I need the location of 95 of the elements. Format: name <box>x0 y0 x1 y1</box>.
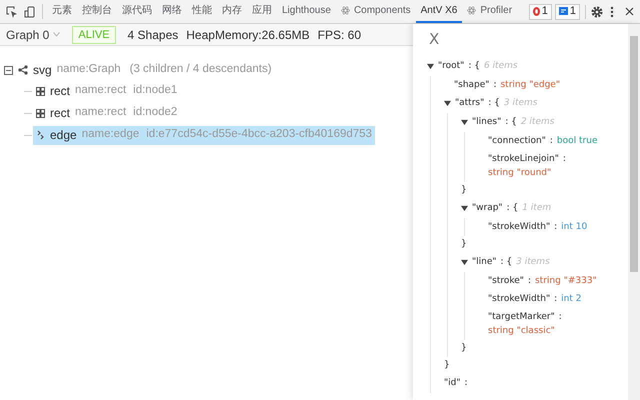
json-key: "strokeWidth" <box>488 292 550 306</box>
atom-icon <box>340 6 350 15</box>
json-key: "connection" <box>488 134 546 148</box>
heap-memory: HeapMemory:26.65MB <box>186 26 310 44</box>
devtools-tab[interactable]: Lighthouse <box>277 0 336 23</box>
node-tag: rect <box>50 82 70 100</box>
node-id: id:node1 <box>133 83 178 98</box>
collapse-icon[interactable] <box>4 66 13 74</box>
caret-down-icon[interactable] <box>461 119 468 126</box>
node-tag: rect <box>50 104 70 122</box>
caret-down-icon[interactable] <box>461 259 468 266</box>
node-name: name:rect <box>75 105 126 120</box>
tree-row[interactable]: rect name:rect id:node1 <box>33 82 180 100</box>
devtools-tab[interactable]: Components <box>336 0 416 23</box>
devtools-tab[interactable]: 源代码 <box>117 0 157 23</box>
atom-icon <box>467 6 476 15</box>
node-tag[interactable]: svg <box>33 61 52 79</box>
item-count: 2 items <box>520 116 554 129</box>
node-summary: (3 children / 4 descendants) <box>130 62 272 78</box>
json-colon: : <box>558 311 562 324</box>
chevron-down-icon <box>53 32 60 37</box>
json-key: "stroke" <box>488 274 524 288</box>
message-icon <box>558 7 568 16</box>
graph-select[interactable]: Graph 0 <box>6 26 60 44</box>
device-icon[interactable] <box>24 6 36 18</box>
caret-down-icon[interactable] <box>427 63 434 70</box>
node-id: id:e77cd54c-d55e-4bcc-a203-cfb40169d753 <box>146 127 372 142</box>
close-button[interactable]: X <box>427 32 442 47</box>
node-tag: edge <box>50 126 77 144</box>
json-key: "line" <box>472 255 497 270</box>
json-colon: : <box>562 153 566 166</box>
json-colon-brace: : { <box>500 256 512 269</box>
json-colon: : <box>554 221 558 234</box>
json-value: string "#333" <box>534 275 597 288</box>
json-key: "shape" <box>454 78 490 92</box>
closing-brace: } <box>461 184 467 197</box>
devtools-tab[interactable]: 内存 <box>217 0 247 23</box>
devtools-tab[interactable]: 应用 <box>247 0 277 23</box>
json-value: int 10 <box>561 221 588 234</box>
json-key: "strokeWidth" <box>488 220 550 234</box>
devtools-tab[interactable]: Profiler <box>462 0 518 23</box>
json-colon: : <box>554 293 558 306</box>
closing-brace: } <box>461 238 467 251</box>
json-colon-brace: : { <box>505 116 517 129</box>
json-value: int 2 <box>561 293 582 306</box>
json-key: "strokeLinejoin" <box>488 152 559 166</box>
share-nodes-icon <box>18 65 28 75</box>
more-options-icon[interactable] <box>610 6 614 18</box>
status-badge: ALIVE <box>72 26 116 44</box>
json-colon: : <box>528 275 531 288</box>
json-key: "root" <box>438 59 464 74</box>
json-key: "id" <box>444 376 460 391</box>
inspect-cursor-icon[interactable] <box>6 6 18 18</box>
tree-row[interactable]: rect name:rect id:node2 <box>33 104 180 122</box>
devtools-tab[interactable]: 网络 <box>157 0 187 23</box>
json-colon: : <box>464 377 468 390</box>
json-value: string "round" <box>488 167 552 180</box>
json-colon: : <box>493 79 496 92</box>
error-icon <box>532 7 540 16</box>
grid-icon <box>36 108 45 118</box>
close-icon[interactable] <box>625 7 634 16</box>
json-colon: : <box>550 135 553 148</box>
json-key: "lines" <box>472 115 502 130</box>
item-count: 3 items <box>516 256 550 269</box>
json-value: string "edge" <box>500 79 560 92</box>
tree-row[interactable]: edge name:edge id:e77cd54c-d55e-4bcc-a203-cfb40169d753 <box>33 126 375 144</box>
item-count: 1 item <box>522 202 552 215</box>
json-colon-brace: : { <box>488 97 500 110</box>
message-counter[interactable]: 1 <box>554 4 580 20</box>
node-name: name:rect <box>75 83 126 98</box>
item-count: 6 items <box>484 60 518 73</box>
json-key: "targetMarker" <box>488 310 555 324</box>
error-counter[interactable]: 1 <box>528 4 552 20</box>
caret-down-icon[interactable] <box>444 100 451 107</box>
node-name: name:Graph <box>56 62 121 78</box>
devtools-tab[interactable]: 控制台 <box>77 0 117 23</box>
json-colon-brace: : { <box>506 202 518 215</box>
item-count: 3 items <box>504 97 538 110</box>
json-value: bool true <box>556 135 598 148</box>
json-key: "attrs" <box>455 96 484 111</box>
json-key: "wrap" <box>472 201 503 216</box>
node-name: name:edge <box>82 127 140 142</box>
closing-brace: } <box>461 342 467 355</box>
closing-brace: } <box>444 359 450 372</box>
fps-reading: FPS: 60 <box>318 26 362 44</box>
json-value: string "classic" <box>488 325 556 338</box>
caret-down-icon[interactable] <box>461 205 468 212</box>
settings-icon[interactable] <box>591 6 603 18</box>
node-id: id:node2 <box>133 105 178 120</box>
scrollbar[interactable] <box>628 24 640 400</box>
json-colon-brace: : { <box>468 60 480 73</box>
grid-icon <box>36 86 45 96</box>
devtools-tab[interactable]: 性能 <box>187 0 217 23</box>
shape-count: 4 Shapes <box>128 26 178 44</box>
devtools-tab[interactable]: 元素 <box>47 0 77 23</box>
